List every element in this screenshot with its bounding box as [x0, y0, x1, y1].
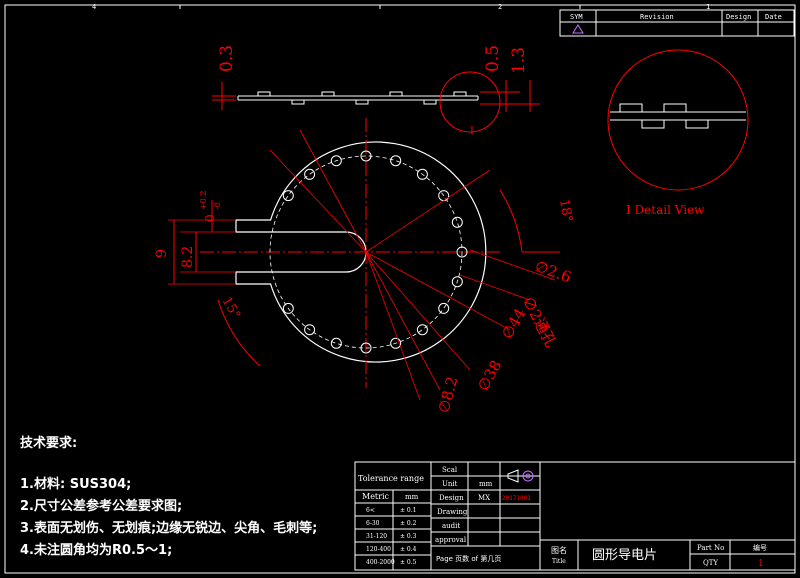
tech-req-item-3: 3.表面无划伤、无划痕;边缘无锐边、尖角、毛刺等; [20, 520, 317, 536]
title-name-label-en: Title [552, 558, 566, 565]
title-label-audit: audit [442, 522, 460, 530]
dim-tolerance-base: 0 [203, 214, 217, 222]
tolerance-table: Tolerance range Metric mm 6< ± 0.1 6-30 ± 0… [354, 461, 432, 571]
mounting-hole [304, 168, 316, 180]
dim-0-5: 0.5 [483, 45, 503, 72]
mounting-hole [390, 155, 402, 167]
title-qty-value: 1 [758, 559, 764, 569]
title-design-date: 20171001 [502, 495, 531, 502]
title-label-scal: Scal [442, 466, 458, 474]
tolerance-value-cell: ± 0.2 [400, 520, 417, 527]
tech-req-item-2: 2.尺寸公差参考公差要求图; [20, 498, 182, 514]
title-part-no-label: Part No [697, 544, 724, 552]
dim-width-8-2: 8.2 [180, 246, 196, 268]
tech-req-heading: 技术要求: [20, 435, 77, 451]
title-design-value: MX [478, 494, 490, 502]
tolerance-title: Tolerance range [358, 474, 424, 483]
cad-drawing-canvas: 4 2 1 SYM Revision Design Date I 0.3 0.5… [4, 3, 796, 574]
title-label-approval: approval [435, 536, 467, 544]
revision-header-revision: Revision [640, 13, 674, 21]
tech-req-item-1: 1.材料: SUS304; [20, 476, 131, 492]
dim-angle-15: 15° [219, 295, 244, 322]
mounting-hole [438, 302, 450, 314]
zone-mark-2: 2 [498, 3, 502, 11]
dim-center-8-2: ∅8.2 [434, 375, 461, 415]
mounting-hole [282, 190, 294, 202]
tolerance-range-cell: 400-2000 [366, 559, 395, 566]
tech-req-item-4: 4.未注圆角均为R0.5～1; [20, 542, 172, 558]
mounting-hole [416, 324, 428, 336]
title-block: Scal Unit Design Drawing audit approval … [430, 461, 796, 571]
dim-tolerance-lower: -0 [213, 202, 222, 210]
dim-thickness-0-3: 0.3 [217, 45, 237, 72]
tolerance-value-cell: ± 0.4 [400, 546, 417, 553]
tolerance-range-cell: 120-400 [366, 546, 391, 553]
title-page-line: Page 页数 of 第几页 [436, 554, 501, 563]
tolerance-col-mm: mm [405, 493, 419, 501]
dim-tolerance-upper: +0.2 [199, 191, 208, 210]
revision-header-date: Date [765, 13, 782, 21]
title-unit-value: mm [479, 480, 493, 488]
technical-requirements: 技术要求: 1.材料: SUS304; 2.尺寸公差参考公差要求图; 3.表面无… [20, 435, 317, 558]
zone-mark-4: 4 [92, 3, 96, 11]
detail-view-caption: I Detail View [626, 203, 705, 217]
dim-angle-18: 18° [556, 198, 575, 223]
detail-marker-label: I [470, 126, 474, 137]
main-view: 9 8.2 +0.2 0 -0 18° 15° ∅2.6 ∅2通孔 ∅44 ∅3… [154, 118, 575, 415]
dim-pitch-38: ∅38 [474, 357, 506, 394]
part-name: 圆形导电片 [592, 548, 657, 563]
side-view: I 0.3 0.5 1.3 [212, 45, 540, 137]
revision-header-design: Design [726, 13, 751, 21]
detail-view: I Detail View [607, 49, 749, 217]
mounting-hole [330, 337, 342, 349]
revision-header-sym: SYM [570, 13, 583, 21]
title-part-no-value-label: 编号 [753, 543, 767, 552]
dim-hole-2-6: ∅2.6 [533, 257, 574, 287]
title-label-design: Design [439, 494, 464, 502]
title-qty-label: QTY [703, 559, 718, 567]
title-name-label-cn: 图名 [551, 545, 567, 555]
tolerance-col-metric: Metric [362, 492, 390, 501]
detail-marker-circle [439, 71, 501, 133]
title-label-unit: Unit [442, 480, 458, 488]
tolerance-value-cell: ± 0.1 [400, 507, 416, 514]
tolerance-range-cell: 6< [366, 507, 375, 514]
revision-block: SYM Revision Design Date [559, 9, 795, 37]
mounting-hole [451, 216, 463, 228]
title-label-drawing: Drawing [437, 508, 468, 516]
dim-width-9: 9 [154, 249, 170, 258]
tolerance-value-cell: ± 0.5 [400, 559, 417, 566]
tolerance-range-cell: 6-30 [366, 520, 380, 527]
tolerance-value-cell: ± 0.3 [400, 533, 417, 540]
revision-triangle-icon [572, 24, 584, 34]
tolerance-range-cell: 31-120 [366, 533, 387, 540]
dim-1-3: 1.3 [509, 47, 529, 74]
